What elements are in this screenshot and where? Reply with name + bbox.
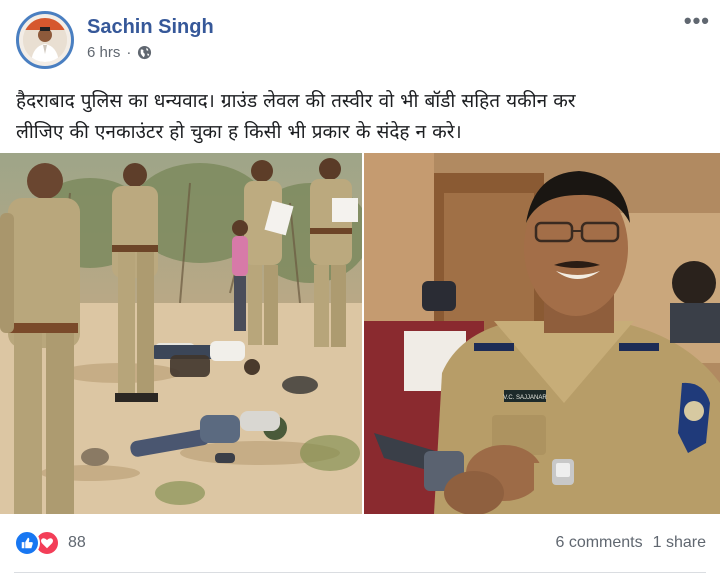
post-text-line: हैदराबाद पुलिस का धन्यवाद। ग्राउंड लेवल … bbox=[16, 90, 576, 112]
timestamp[interactable]: 6 hrs bbox=[87, 44, 120, 61]
post-text: हैदराबाद पुलिस का धन्यवाद। ग्राउंड लेवल … bbox=[16, 86, 706, 148]
officer-nameplate: V.C. SAJJANAR bbox=[503, 395, 547, 401]
officer-portrait-photo[interactable]: V.C. SAJJANAR bbox=[364, 153, 720, 514]
globe-icon[interactable] bbox=[137, 45, 152, 60]
post-text-line: लीजिए की एनकाउंटर हो चुका ह किसी भी प्रक… bbox=[16, 121, 462, 143]
reaction-count[interactable]: 88 bbox=[68, 534, 86, 552]
divider bbox=[14, 572, 706, 573]
more-options-icon[interactable]: ••• bbox=[684, 8, 710, 34]
comments-count[interactable]: 6 comments bbox=[555, 534, 642, 552]
avatar-image bbox=[23, 18, 67, 62]
post-meta: 6 hrs · bbox=[87, 44, 152, 61]
like-icon bbox=[14, 530, 40, 556]
engagement-stats: 6 comments 1 share bbox=[555, 534, 706, 552]
facebook-post: Sachin Singh 6 hrs · ••• हैदराबाद पुलिस … bbox=[0, 0, 720, 576]
reactions-summary[interactable]: 88 bbox=[14, 530, 86, 556]
avatar[interactable] bbox=[16, 11, 74, 69]
author-name[interactable]: Sachin Singh bbox=[87, 16, 214, 39]
shares-count[interactable]: 1 share bbox=[653, 534, 706, 552]
police-scene-photo[interactable] bbox=[0, 153, 362, 514]
